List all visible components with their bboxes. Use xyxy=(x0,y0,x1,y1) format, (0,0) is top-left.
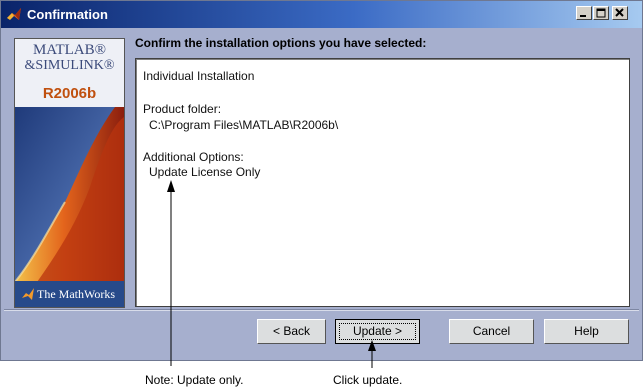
confirmation-dialog: Confirmation MATLAB® &SIMULINK® R2006b T… xyxy=(0,0,643,361)
divider xyxy=(4,309,639,311)
minimize-button[interactable] xyxy=(576,6,592,20)
product-folder-value: C:\Program Files\MATLAB\R2006b\ xyxy=(149,118,339,132)
product-banner: MATLAB® &SIMULINK® R2006b The MathWorks xyxy=(14,38,125,308)
page-heading: Confirm the installation options you hav… xyxy=(135,36,427,50)
additional-options-value: Update License Only xyxy=(149,165,261,179)
back-button[interactable]: < Back xyxy=(257,319,326,344)
close-button[interactable] xyxy=(612,6,628,20)
product-logo: MATLAB® &SIMULINK® xyxy=(24,42,115,74)
click-annotation: Click update. xyxy=(333,373,403,387)
release-label: R2006b xyxy=(42,85,97,102)
mathworks-logo-icon xyxy=(22,288,34,300)
update-button[interactable]: Update > xyxy=(335,319,420,344)
summary-panel: Individual Installation Product folder: … xyxy=(135,58,630,307)
update-button-label: Update > xyxy=(352,324,403,338)
minimize-icon xyxy=(580,15,586,17)
title-bar[interactable]: Confirmation xyxy=(1,1,642,28)
matlab-membrane-icon xyxy=(7,8,21,20)
window-title: Confirmation xyxy=(27,7,108,22)
mathworks-label: The MathWorks xyxy=(37,287,116,301)
membrane-logo-art xyxy=(15,107,124,292)
cancel-button[interactable]: Cancel xyxy=(449,319,534,344)
maximize-button[interactable] xyxy=(593,6,609,20)
close-icon xyxy=(615,8,624,17)
additional-options-label: Additional Options: xyxy=(143,150,244,164)
mathworks-footer: The MathWorks xyxy=(15,281,124,307)
product-folder-label: Product folder: xyxy=(143,102,222,116)
note-annotation: Note: Update only. xyxy=(145,373,244,387)
help-button[interactable]: Help xyxy=(544,319,629,344)
maximize-icon xyxy=(596,8,606,18)
installation-type: Individual Installation xyxy=(143,69,255,83)
